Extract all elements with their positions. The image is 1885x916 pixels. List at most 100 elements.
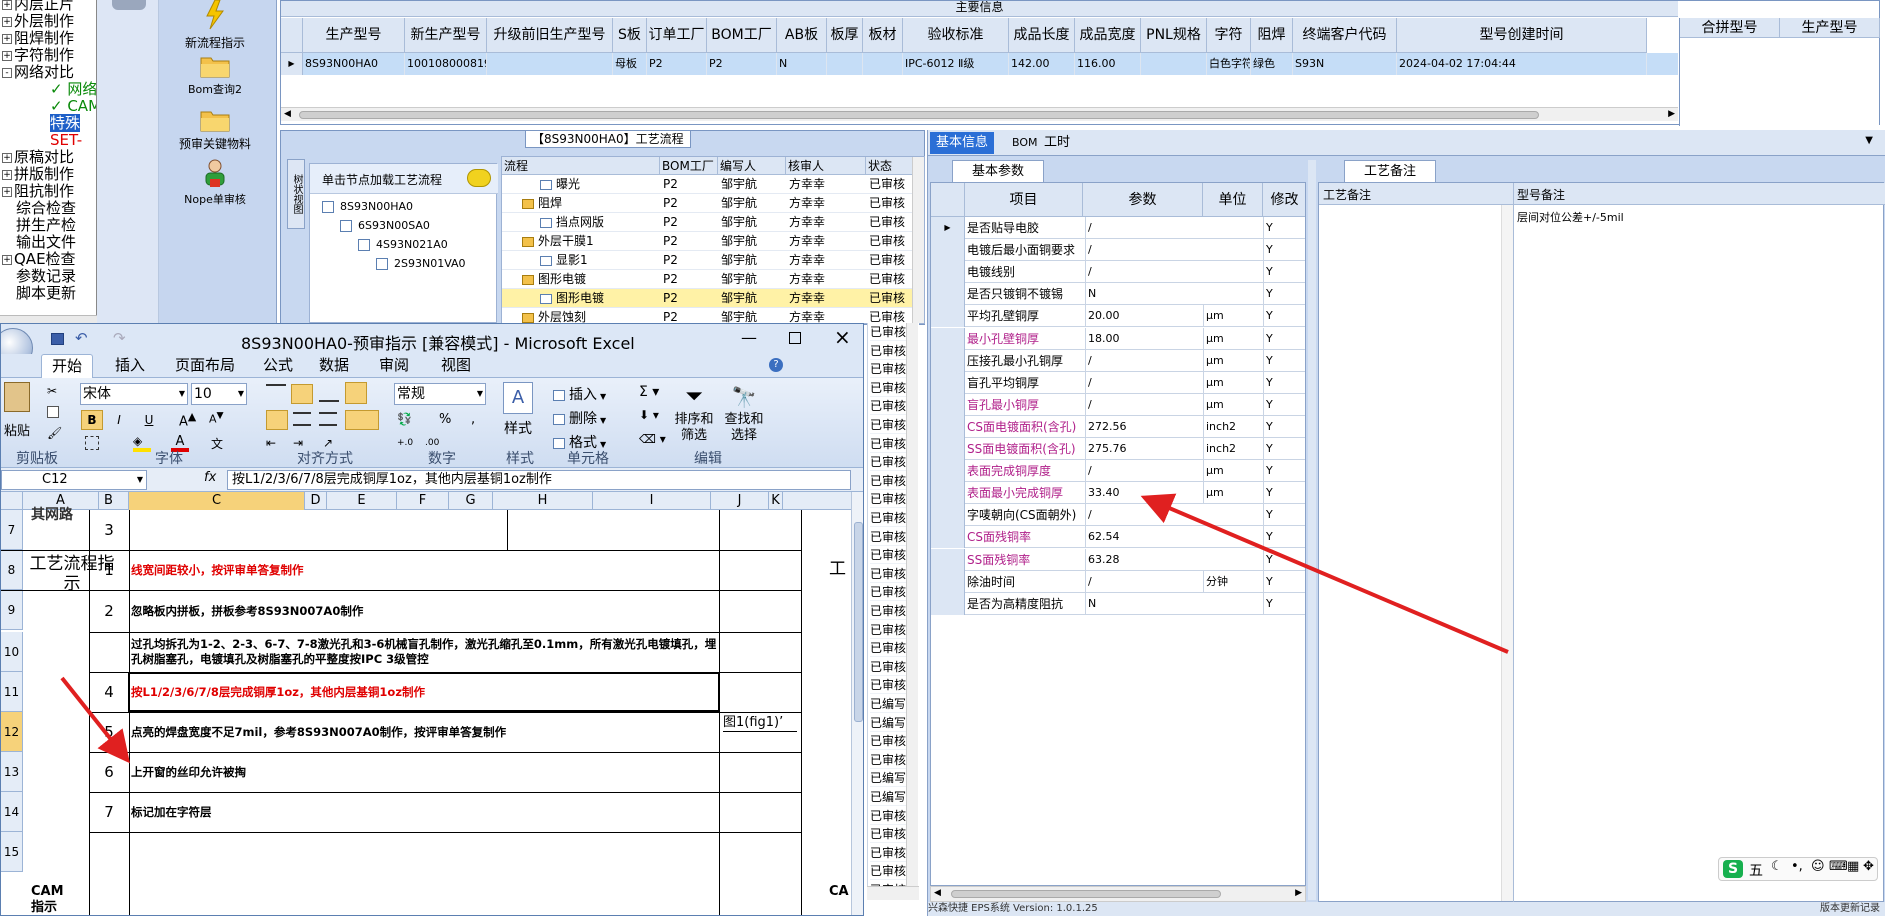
align-center-icon[interactable] (293, 412, 311, 426)
column-letter[interactable]: B (89, 492, 129, 510)
grid-cell[interactable] (1141, 53, 1207, 75)
increase-indent-icon[interactable]: ⇥ (293, 436, 303, 450)
close-button[interactable]: × (834, 325, 851, 349)
param-row[interactable]: CS面电镀面积(含孔) 272.56 inch2 Y (931, 415, 1305, 438)
param-row[interactable]: 最小孔壁铜厚 18.00 μm Y (931, 327, 1305, 350)
detail-tab[interactable]: 工时 (1038, 132, 1076, 154)
item-text[interactable] (131, 510, 717, 550)
sheet-grid[interactable]: 7 8 9 10 11 12 13 14 15 其网路 工艺流程指示 CAM指示工 CA 3 1 线宽间距较小… (1, 507, 851, 915)
flow-tree-node[interactable]: 2S93N01VA0 (376, 255, 466, 273)
param-row[interactable]: SS面残铜率 63.28 Y (931, 548, 1305, 571)
params-scroll-left-icon[interactable]: ◀ (934, 888, 941, 898)
model-note-text[interactable]: 层间对位公差+/-5mil (1517, 209, 1624, 225)
grid-cell[interactable]: 10010800081975 (405, 53, 487, 75)
flow-column-header[interactable]: 核审人 (786, 157, 866, 175)
prereview-material-button[interactable]: 预审关键物料 (170, 108, 260, 152)
notes-tab[interactable]: 工艺备注 (1344, 160, 1436, 182)
select-all-corner[interactable] (1, 492, 23, 510)
cut-icon[interactable]: ✂ (47, 384, 57, 398)
param-column-header[interactable]: 项目 (965, 183, 1083, 217)
param-row[interactable]: ▶ 是否贴导电胶 / Y (931, 217, 1305, 239)
increase-decimal-icon[interactable]: +.0 (397, 438, 413, 448)
flow-column-header[interactable]: BOM工厂 (660, 157, 718, 175)
row-number[interactable]: 10 (1, 632, 23, 672)
splitter[interactable] (1308, 160, 1316, 900)
punctuation-icon[interactable]: •, (1791, 859, 1803, 874)
tree-item[interactable]: 特殊 (2, 114, 81, 132)
param-value[interactable]: 33.40 (1085, 482, 1203, 505)
column-letter[interactable]: K (769, 492, 783, 510)
column-header[interactable]: 成品宽度 (1075, 18, 1141, 53)
grid-cell[interactable]: 8S93N00HA0 (303, 53, 405, 75)
align-top-icon[interactable] (266, 384, 286, 402)
navigation-tree[interactable]: + 内层正片 + 外层制作 + 阻焊制作 + 字符制作 - 网络对比 ✓ 网络 ✓ CAM 特殊 SET-… (0, 0, 97, 330)
tree-view-side-tab[interactable]: 树状视图 (287, 159, 305, 229)
detail-tab[interactable]: 基本信息 (930, 132, 995, 154)
param-row[interactable]: 表面最小完成铜厚 33.40 μm Y (931, 482, 1305, 505)
param-row[interactable]: 电镀后最小面铜要求 / Y (931, 239, 1305, 262)
param-column-header[interactable]: 单位 (1203, 183, 1263, 217)
param-value[interactable]: / (1085, 371, 1203, 394)
grid-cell[interactable]: 2024-04-02 17:04:44 (1397, 53, 1647, 75)
expand-toggle-icon[interactable]: + (2, 152, 12, 163)
flow-row[interactable]: 曝光 P2 邹宇航 方幸幸 已审核 (502, 175, 924, 194)
grid-cell[interactable]: IPC-6012 Ⅱ级 (903, 53, 1009, 75)
param-row[interactable]: 表面完成铜厚度 / μm Y (931, 460, 1305, 483)
column-header[interactable]: 型号创建时间 (1397, 18, 1647, 53)
column-header[interactable]: 订单工厂 (647, 18, 707, 53)
flow-row[interactable]: 显影1 P2 邹宇航 方幸幸 已审核 (502, 251, 924, 270)
tree-item[interactable]: ✓ 网络 (2, 81, 96, 98)
column-letter[interactable]: G (449, 492, 493, 510)
grid-cell[interactable]: 116.00 (1075, 53, 1141, 75)
params-hscroll[interactable]: ◀ ▶ (930, 886, 1306, 902)
shrink-font-icon[interactable]: A▼ (209, 410, 224, 426)
grid-cell[interactable]: S93N (1293, 53, 1397, 75)
param-value[interactable]: 272.56 (1085, 415, 1203, 438)
param-value[interactable]: 62.54 (1085, 526, 1203, 549)
cell-1-button[interactable]: 删除 ▼ (553, 408, 606, 428)
column-header[interactable]: 升级前旧生产型号 (487, 18, 613, 53)
row-number[interactable]: 13 (1, 752, 23, 792)
param-row[interactable]: 压接孔最小孔铜厚 / μm Y (931, 349, 1305, 372)
new-flow-button[interactable]: 新流程指示 (170, 0, 260, 51)
detail-dropdown-icon[interactable]: ▼ (1865, 135, 1873, 146)
param-value[interactable]: / (1085, 239, 1203, 262)
sort-filter-button[interactable]: ⏷ 排序和筛选 (669, 382, 719, 444)
column-header[interactable]: S板 (613, 18, 647, 53)
param-value[interactable]: 275.76 (1085, 438, 1203, 460)
column-header[interactable]: 阻焊 (1251, 18, 1293, 53)
flow-column-header[interactable]: 状态 (866, 157, 914, 175)
align-left-icon[interactable] (266, 410, 288, 430)
expand-toggle-icon[interactable]: + (2, 33, 12, 44)
keyboard-icon[interactable]: ⌨ (1829, 859, 1848, 874)
clear-icon[interactable]: ⌫ ▾ (639, 432, 666, 446)
column-letter[interactable]: F (397, 492, 449, 510)
main-info-row[interactable]: ▶8S93N00HA010010800081975母板P2P2NIPC-6012… (281, 53, 1678, 75)
grid-icon[interactable]: ✥ (1863, 859, 1874, 874)
percent-icon[interactable]: % (439, 412, 451, 427)
flow-row[interactable]: 图形电镀 P2 邹宇航 方幸幸 已审核 (502, 270, 924, 289)
ribbon-tab[interactable]: 开始 (41, 354, 94, 378)
ribbon-tab[interactable]: 页面布局 (165, 354, 245, 378)
emoji-icon[interactable]: ☺ (1811, 859, 1825, 874)
column-letter[interactable]: I (593, 492, 711, 510)
cell-0-button[interactable]: 插入 ▼ (553, 384, 606, 404)
format-painter-icon[interactable]: 🖌 (47, 426, 62, 440)
item-text[interactable]: 过孔均拆孔为1-2、2-3、6-7、7-8激光孔和3-6机械盲孔制作，激光孔缩孔… (131, 632, 717, 672)
sum-icon[interactable]: Σ ▾ (639, 384, 659, 400)
tree-item[interactable]: + 阻焊制作 (2, 30, 74, 47)
param-value[interactable]: / (1085, 393, 1203, 416)
function-icon[interactable]: fx (204, 470, 216, 485)
param-value[interactable]: / (1085, 217, 1203, 239)
column-header[interactable]: AB板 (777, 18, 827, 53)
notes-vscroll[interactable] (1501, 205, 1513, 901)
fill-icon[interactable]: ⬇ ▾ (639, 408, 659, 422)
sheet-scroll-thumb[interactable] (854, 522, 863, 722)
column-header[interactable]: PNL规格 (1141, 18, 1207, 53)
copy-icon[interactable] (47, 406, 59, 418)
formula-input[interactable]: 按L1/2/3/6/7/8层完成铜厚1oz，其他内层基铜1oz制作 (227, 470, 851, 490)
grid-cell[interactable] (487, 53, 613, 75)
comma-icon[interactable]: , (471, 412, 475, 427)
param-value[interactable]: / (1085, 504, 1203, 527)
param-value[interactable]: 20.00 (1085, 305, 1203, 328)
